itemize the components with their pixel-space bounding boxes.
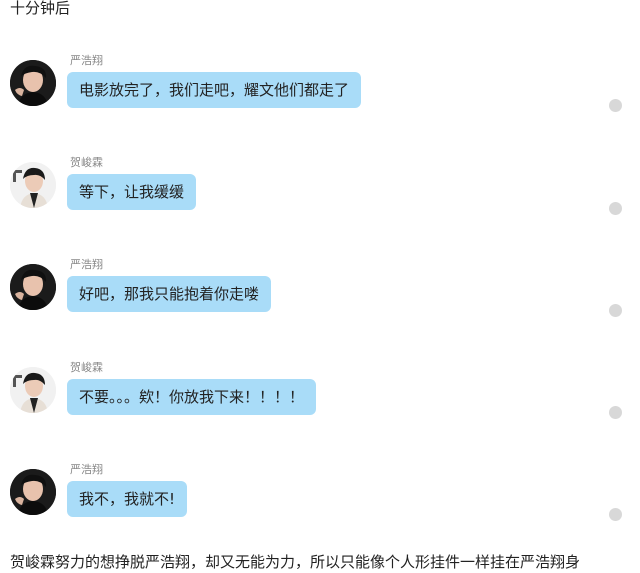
yan-haoxiang-avatar-icon — [10, 264, 56, 310]
status-dot-icon — [609, 406, 622, 419]
status-dot-icon — [609, 99, 622, 112]
chat-message: 贺峻霖 等下，让我缓缓 — [0, 156, 640, 222]
message-bubble[interactable]: 我不，我就不! — [67, 481, 188, 517]
chat-message: 严浩翔 好吧，那我只能抱着你走喽 — [0, 258, 640, 324]
narration-text: 贺峻霖努力的想挣脱严浩翔，却又无能为力，所以只能像个人形挂件一样挂在严浩翔身 — [10, 553, 581, 571]
yan-haoxiang-avatar-icon — [10, 469, 56, 515]
message-bubble[interactable]: 好吧，那我只能抱着你走喽 — [67, 276, 272, 312]
he-junlin-avatar-icon — [10, 367, 56, 413]
avatar[interactable] — [10, 264, 56, 310]
status-dot-icon — [609, 304, 622, 317]
sender-name: 贺峻霖 — [70, 361, 103, 374]
chat-message: 严浩翔 我不，我就不! — [0, 463, 640, 529]
status-dot-icon — [609, 508, 622, 521]
message-bubble[interactable]: 等下，让我缓缓 — [67, 174, 197, 210]
status-dot-icon — [609, 202, 622, 215]
sender-name: 严浩翔 — [70, 463, 103, 476]
avatar[interactable] — [10, 367, 56, 413]
he-junlin-avatar-icon — [10, 162, 56, 208]
avatar[interactable] — [10, 469, 56, 515]
chat-message: 严浩翔 电影放完了，我们走吧，耀文他们都走了 — [0, 54, 640, 120]
yan-haoxiang-avatar-icon — [10, 60, 56, 106]
sender-name: 严浩翔 — [70, 258, 103, 271]
chat-message: 贺峻霖 不要。。。欸！你放我下来！！！！ — [0, 361, 640, 427]
scene-caption: 十分钟后 — [10, 0, 71, 17]
message-bubble[interactable]: 不要。。。欸！你放我下来！！！！ — [67, 379, 317, 415]
sender-name: 严浩翔 — [70, 54, 103, 67]
avatar[interactable] — [10, 162, 56, 208]
message-bubble[interactable]: 电影放完了，我们走吧，耀文他们都走了 — [67, 72, 362, 108]
sender-name: 贺峻霖 — [70, 156, 103, 169]
avatar[interactable] — [10, 60, 56, 106]
